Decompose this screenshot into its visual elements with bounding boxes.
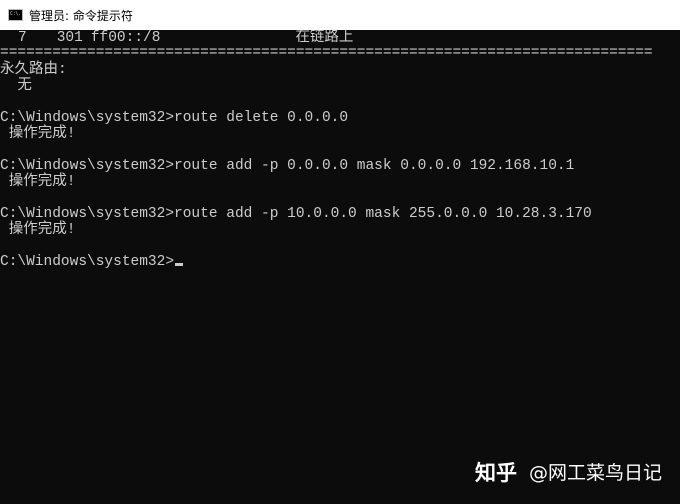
command-line: C:\Windows\system32>route add -p 0.0.0.0… xyxy=(0,158,574,174)
title-bar[interactable]: C:\. 管理员: 命令提示符 xyxy=(0,0,680,30)
prompt: C:\Windows\system32> xyxy=(0,158,175,174)
persistent-routes-header: 永久路由: xyxy=(0,62,67,78)
command-output: 操作完成! xyxy=(0,222,76,238)
route-index: 7 xyxy=(18,30,27,46)
command-line: C:\Windows\system32>route add -p 10.0.0.… xyxy=(0,206,592,222)
route-table-row: 7 301 ff00::/8 在链路上 xyxy=(0,30,353,46)
prompt: C:\Windows\system32> xyxy=(0,110,175,126)
command-line: C:\Windows\system32>route delete 0.0.0.0 xyxy=(0,110,348,126)
prompt: C:\Windows\system32> xyxy=(0,254,175,270)
current-prompt-line[interactable]: C:\Windows\system32> xyxy=(0,254,184,270)
command-text: route delete 0.0.0.0 xyxy=(174,110,349,126)
cmd-icon-text: C:\. xyxy=(10,11,21,17)
console-output[interactable]: 7 301 ff00::/8 在链路上 =======================… xyxy=(0,30,680,504)
window-title: 管理员: 命令提示符 xyxy=(29,8,133,23)
watermark: 知乎 @网工菜鸟日记 xyxy=(475,460,662,486)
command-text: route add -p 0.0.0.0 mask 0.0.0.0 192.16… xyxy=(174,158,575,174)
command-text: route add -p 10.0.0.0 mask 255.0.0.0 10.… xyxy=(174,206,592,222)
prompt: C:\Windows\system32> xyxy=(0,206,175,222)
route-gateway: 在链路上 xyxy=(295,30,354,46)
command-output: 操作完成! xyxy=(0,174,76,190)
command-output: 操作完成! xyxy=(0,126,76,142)
separator-line: ========================================… xyxy=(0,45,653,61)
route-metric: 301 xyxy=(56,30,83,46)
author-handle: @网工菜鸟日记 xyxy=(528,462,662,484)
zhihu-logo: 知乎 xyxy=(474,461,517,485)
persistent-routes-value: 无 xyxy=(0,78,32,94)
cmd-icon: C:\. xyxy=(8,9,23,21)
text-cursor xyxy=(175,263,184,266)
route-destination: ff00::/8 xyxy=(90,30,161,46)
